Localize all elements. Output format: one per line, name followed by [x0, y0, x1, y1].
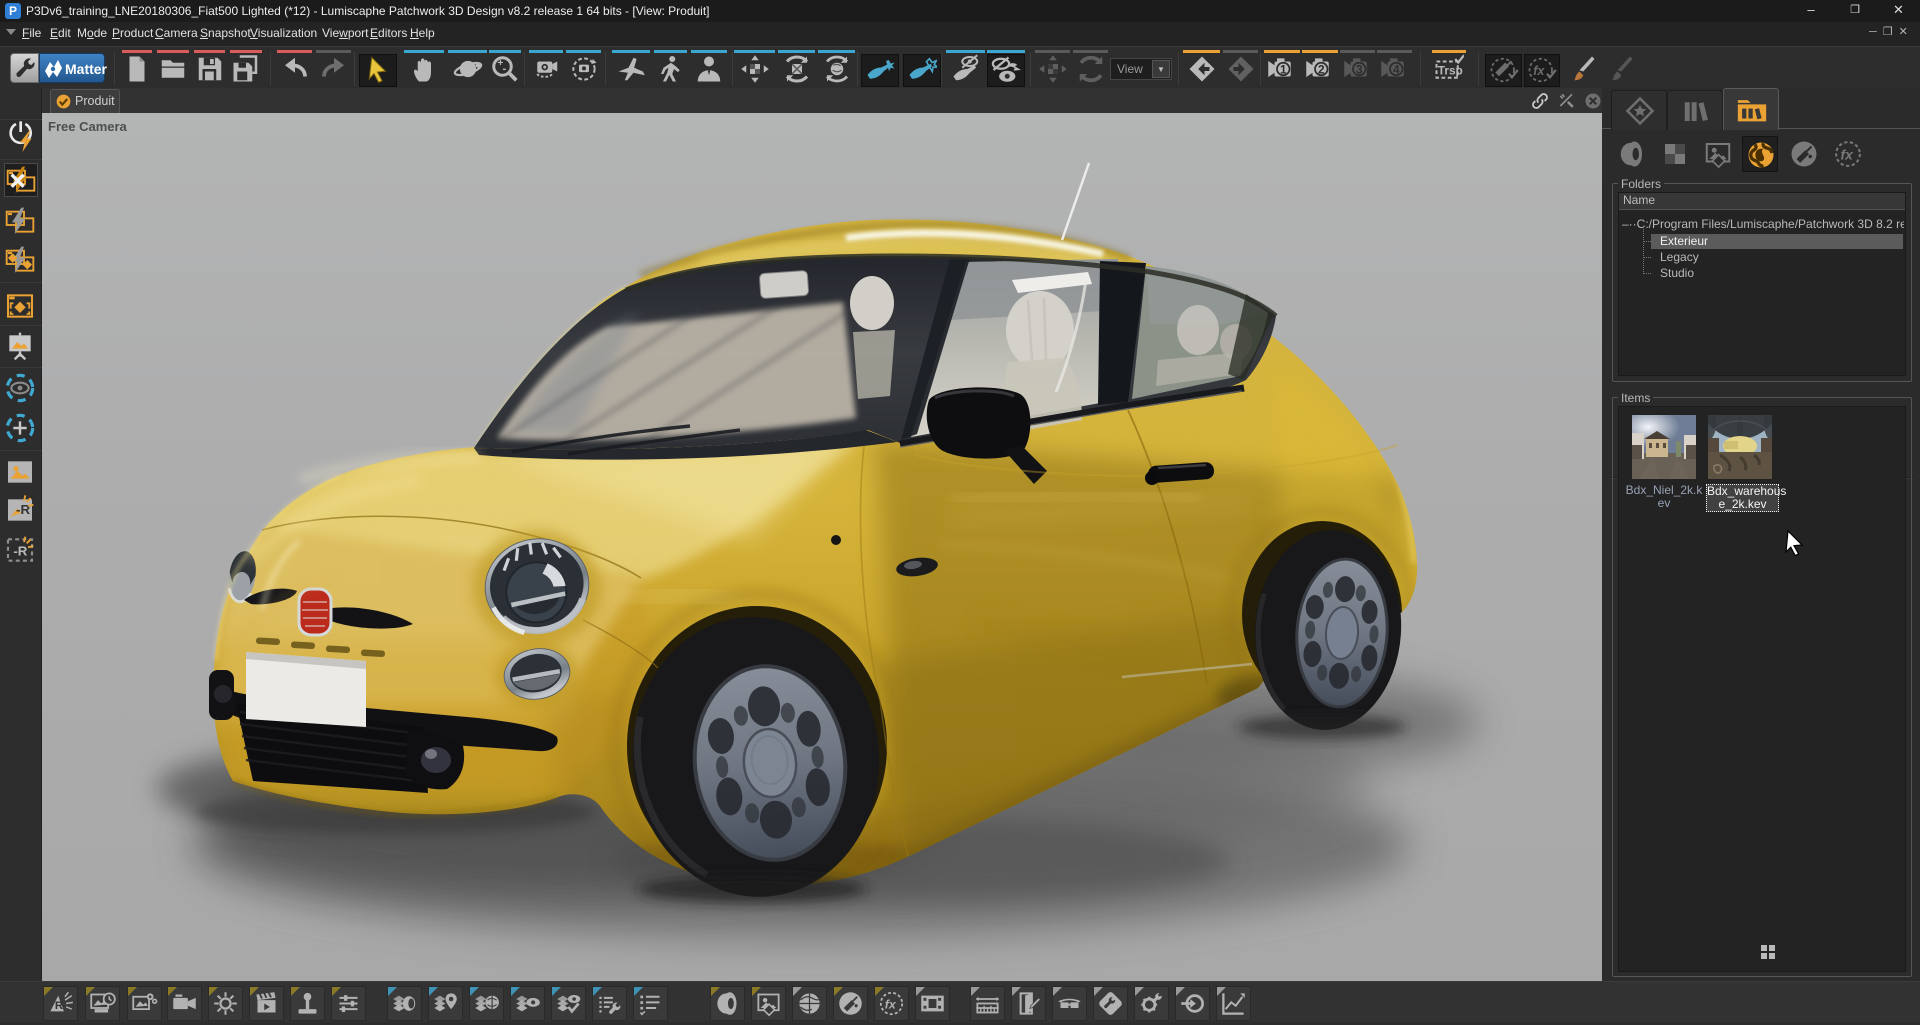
svg-text:1: 1	[1280, 62, 1287, 76]
svg-text:3: 3	[1355, 62, 1362, 76]
svg-text:4: 4	[1392, 62, 1399, 76]
svg-text:R: R	[55, 1000, 63, 1012]
svg-text:Free Camera: Free Camera	[48, 119, 128, 134]
svg-text:fx: fx	[885, 998, 897, 1012]
svg-text:fx: fx	[1533, 64, 1545, 78]
svg-text:-R: -R	[13, 543, 27, 558]
svg-text:fx: fx	[1841, 148, 1855, 163]
svg-text:-R: -R	[16, 502, 30, 517]
svg-text:2: 2	[1318, 62, 1325, 76]
svg-text:Trsp: Trsp	[1438, 64, 1463, 78]
svg-text:-: -	[503, 63, 507, 75]
